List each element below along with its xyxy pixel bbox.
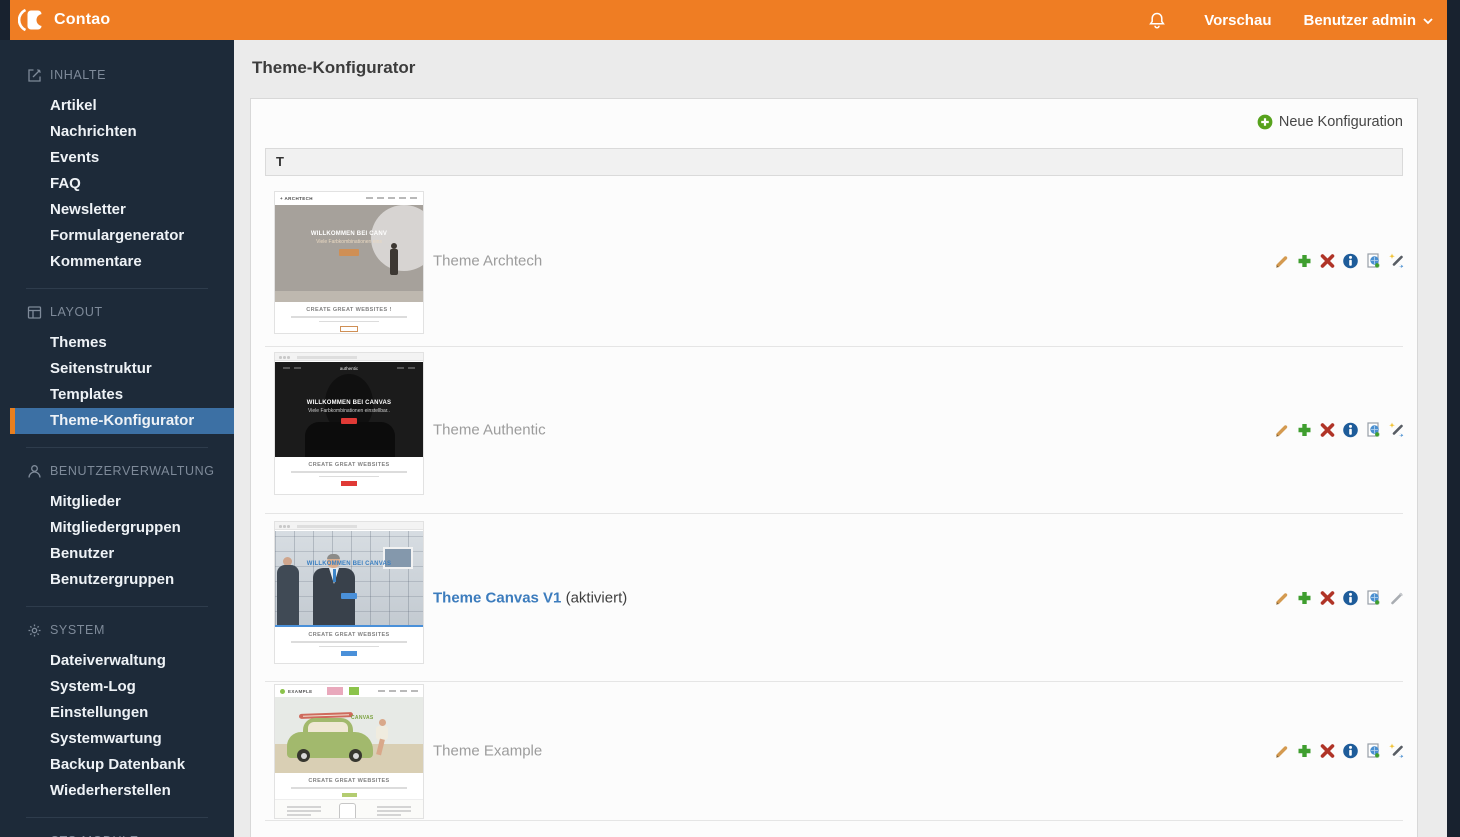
panel-toolbar: Neue Konfiguration [251,99,1417,148]
theme-name-link[interactable]: Theme Canvas V1 [433,589,561,606]
import-theme-icon[interactable] [1365,422,1382,439]
window-edge [1447,0,1460,837]
sidebar-item-newsletter[interactable]: Newsletter [0,197,234,223]
duplicate-plus-icon[interactable] [1296,422,1313,439]
page-title: Theme-Konfigurator [252,58,415,78]
edit-pencil-icon[interactable] [1273,743,1290,760]
user-menu[interactable]: Benutzer admin [1303,12,1433,29]
sidebar-item-formulargenerator[interactable]: Formulargenerator [0,223,234,249]
info-icon[interactable] [1342,743,1359,760]
apply-wand-icon[interactable] [1388,743,1405,760]
theme-row-archtech: + ARCHTECH WILLKOMMEN BEI CANV Viele Far… [265,176,1403,347]
apply-wand-icon[interactable] [1388,253,1405,270]
edit-pencil-icon[interactable] [1273,589,1290,606]
sidebar: INHALTE Artikel Nachrichten Events FAQ N… [0,40,234,837]
section-system: SYSTEM [0,617,234,643]
sidebar-item-kommentare[interactable]: Kommentare [0,249,234,275]
sidebar-divider [26,447,208,448]
plus-circle-icon [1257,114,1273,130]
theme-thumbnail-example: EXAMPLE CANVAS CREATE GREAT WEBSITES [274,684,424,819]
duplicate-plus-icon[interactable] [1296,743,1313,760]
topbar: Contao Vorschau Benutzer admin [10,0,1447,40]
sidebar-item-theme-konfigurator[interactable]: Theme-Konfigurator [10,408,234,434]
sidebar-item-mitgliedergruppen[interactable]: Mitgliedergruppen [0,515,234,541]
apply-wand-icon[interactable] [1388,422,1405,439]
layout-icon [26,304,42,320]
gear-icon [26,622,42,638]
delete-x-icon[interactable] [1319,422,1336,439]
import-theme-icon[interactable] [1365,743,1382,760]
delete-x-icon[interactable] [1319,253,1336,270]
row-actions [1273,589,1405,606]
sidebar-item-mitglieder[interactable]: Mitglieder [0,489,234,515]
contao-logo-icon[interactable] [18,7,45,33]
row-actions [1273,743,1405,760]
theme-thumbnail-authentic: authentic WILLKOMMEN BEI CANVAS Viele Fa… [274,352,424,495]
sidebar-item-backup-datenbank[interactable]: Backup Datenbank [0,752,234,778]
edit-pencil-icon[interactable] [1273,422,1290,439]
sidebar-item-system-log[interactable]: System-Log [0,674,234,700]
sidebar-item-systemwartung[interactable]: Systemwartung [0,726,234,752]
theme-name: Theme Example [433,743,542,760]
import-theme-icon[interactable] [1365,253,1382,270]
apply-wand-icon-disabled [1388,589,1405,606]
import-theme-icon[interactable] [1365,589,1382,606]
sidebar-divider [26,606,208,607]
theme-name: Theme Canvas V1 (aktiviert) [433,589,627,606]
user-menu-label: Benutzer admin [1303,12,1416,29]
delete-x-icon[interactable] [1319,743,1336,760]
theme-row-example: EXAMPLE CANVAS CREATE GREAT WEBSITES [265,682,1403,821]
main-content: Theme-Konfigurator Neue Konfiguration T … [234,40,1447,837]
info-icon[interactable] [1342,422,1359,439]
theme-row-canvas-v1: WILLKOMMEN BEI CANVAS CREATE GREAT WEBSI… [265,514,1403,682]
edit-icon [26,67,42,83]
sidebar-item-seitenstruktur[interactable]: Seitenstruktur [0,356,234,382]
sidebar-item-nachrichten[interactable]: Nachrichten [0,119,234,145]
sidebar-item-benutzer[interactable]: Benutzer [0,541,234,567]
sidebar-item-benutzergruppen[interactable]: Benutzergruppen [0,567,234,593]
section-benutzerverwaltung: BENUTZERVERWALTUNG [0,458,234,484]
sidebar-item-themes[interactable]: Themes [0,330,234,356]
theme-name: Theme Archtech [433,253,542,270]
theme-name: Theme Authentic [433,422,546,439]
sidebar-item-artikel[interactable]: Artikel [0,93,234,119]
group-header-T: T [265,148,1403,176]
info-icon[interactable] [1342,589,1359,606]
theme-thumbnail-archtech: + ARCHTECH WILLKOMMEN BEI CANV Viele Far… [274,191,424,334]
activated-label: (aktiviert) [561,589,627,606]
sidebar-divider [26,288,208,289]
section-inhalte: INHALTE [0,62,234,88]
sidebar-item-einstellungen[interactable]: Einstellungen [0,700,234,726]
section-layout: LAYOUT [0,299,234,325]
duplicate-plus-icon[interactable] [1296,589,1313,606]
row-actions [1273,422,1405,439]
preview-link[interactable]: Vorschau [1204,12,1271,29]
chevron-down-icon [1423,18,1433,25]
user-icon [26,463,42,479]
sidebar-item-events[interactable]: Events [0,145,234,171]
sidebar-item-dateiverwaltung[interactable]: Dateiverwaltung [0,648,234,674]
sidebar-item-wiederherstellen[interactable]: Wiederherstellen [0,778,234,804]
brand-title: Contao [54,11,110,29]
notifications-bell-icon[interactable] [1148,11,1166,30]
edit-pencil-icon[interactable] [1273,253,1290,270]
sidebar-item-faq[interactable]: FAQ [0,171,234,197]
new-configuration-button[interactable]: Neue Konfiguration [1257,114,1403,130]
sidebar-divider [26,817,208,818]
sidebar-item-templates[interactable]: Templates [0,382,234,408]
row-actions [1273,253,1405,270]
theme-list-panel: Neue Konfiguration T + ARCHTECH WILLKOMM… [250,98,1418,837]
section-cts-module: CTS-MODULE [0,828,234,837]
info-icon[interactable] [1342,253,1359,270]
theme-row-authentic: authentic WILLKOMMEN BEI CANVAS Viele Fa… [265,347,1403,514]
duplicate-plus-icon[interactable] [1296,253,1313,270]
delete-x-icon[interactable] [1319,589,1336,606]
theme-thumbnail-canvas-v1: WILLKOMMEN BEI CANVAS CREATE GREAT WEBSI… [274,521,424,664]
